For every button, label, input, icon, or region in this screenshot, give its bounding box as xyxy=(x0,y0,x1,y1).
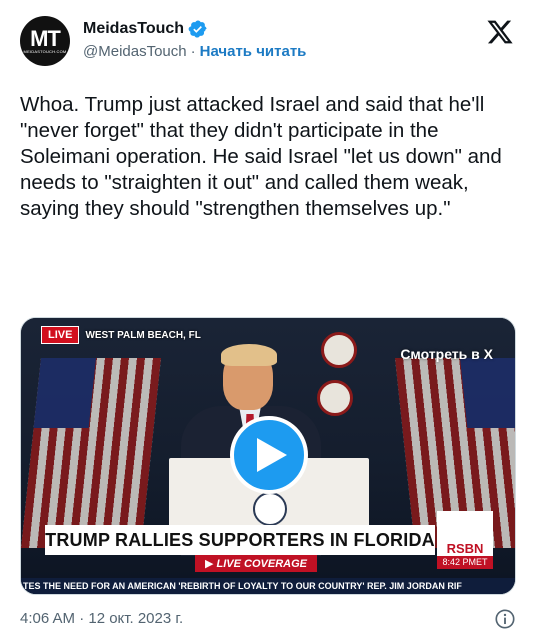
video-player[interactable]: LIVE WEST PALM BEACH, FL Смотреть в X TR… xyxy=(20,317,516,595)
timestamp[interactable]: 4:06 AM · 12 окт. 2023 г. xyxy=(20,610,183,627)
tweet-footer: 4:06 AM · 12 окт. 2023 г. xyxy=(20,608,516,630)
news-ticker: TES THE NEED FOR AN AMERICAN 'REBIRTH OF… xyxy=(21,578,515,594)
verified-badge-icon xyxy=(188,20,207,38)
follow-link[interactable]: Начать читать xyxy=(200,43,307,60)
live-location: WEST PALM BEACH, FL xyxy=(85,329,201,341)
play-button[interactable] xyxy=(230,416,308,494)
network-logo: RSBN 8:42 PMET xyxy=(437,511,493,569)
live-badge: LIVE xyxy=(41,326,80,344)
author-name-row: MeidasTouch xyxy=(83,19,208,39)
avatar-subtext: MEIDASTOUCH.COM xyxy=(23,48,67,54)
tweet-text: Whoa. Trump just attacked Israel and sai… xyxy=(20,93,508,220)
watch-on-x-button[interactable]: Смотреть в X xyxy=(400,346,493,362)
avatar[interactable]: MT MEIDASTOUCH.COM xyxy=(20,16,70,66)
club-seal xyxy=(321,332,357,368)
news-headline: TRUMP RALLIES SUPPORTERS IN FLORIDA xyxy=(45,529,435,550)
headline-box: TRUMP RALLIES SUPPORTERS IN FLORIDA xyxy=(45,525,435,555)
separator: · xyxy=(190,43,196,60)
handle-row: @MeidasTouch · Начать читать xyxy=(83,43,306,60)
news-lower-third: TRUMP RALLIES SUPPORTERS IN FLORIDA ▶ LI… xyxy=(45,511,493,572)
network-name: RSBN xyxy=(446,541,484,556)
author-handle[interactable]: @MeidasTouch xyxy=(83,43,187,60)
network-time: 8:42 PMET xyxy=(437,556,493,569)
author-name[interactable]: MeidasTouch xyxy=(83,20,184,38)
info-icon[interactable] xyxy=(494,608,516,630)
flag-left xyxy=(21,358,161,548)
tweet-header: MT MEIDASTOUCH.COM MeidasTouch @MeidasTo… xyxy=(20,16,518,66)
x-logo-icon[interactable] xyxy=(486,18,514,46)
avatar-text: MT xyxy=(30,25,61,51)
club-seal xyxy=(317,380,353,416)
play-icon xyxy=(257,438,287,472)
live-coverage-label: ▶ LIVE COVERAGE xyxy=(195,555,317,572)
live-banner: LIVE WEST PALM BEACH, FL xyxy=(41,326,201,344)
